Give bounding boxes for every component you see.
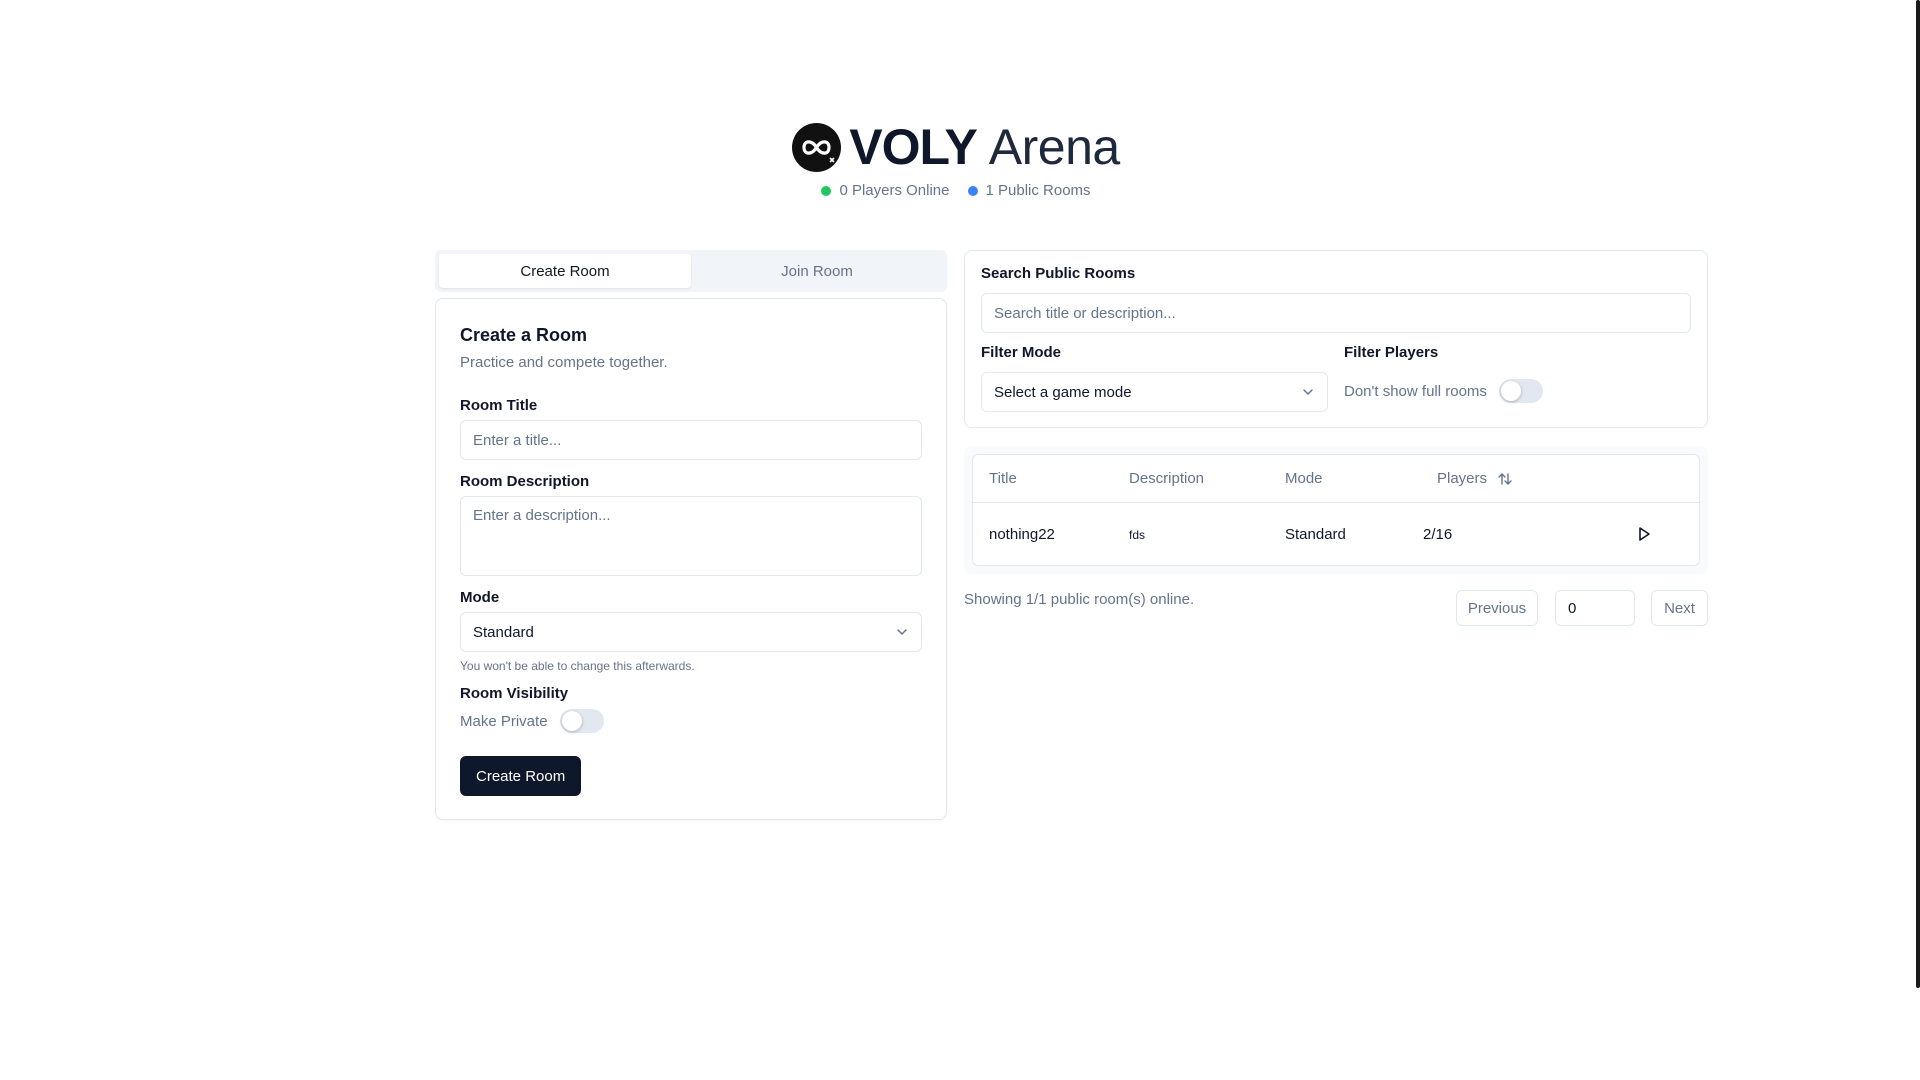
infinity-logo-icon <box>792 122 842 172</box>
table-row[interactable]: nothing22 fds Standard 2/16 <box>973 503 1699 565</box>
row-title: nothing22 <box>989 526 1055 543</box>
players-online-stat: 0 Players Online <box>821 182 950 199</box>
row-players: 2/16 <box>1423 526 1453 543</box>
chevron-down-icon <box>1303 389 1313 396</box>
brand: VOLY Arena <box>792 119 1120 175</box>
toggle-knob <box>561 711 582 731</box>
brand-name-bold: VOLY <box>849 119 978 175</box>
public-rooms-text: 1 Public Rooms <box>985 182 1091 199</box>
previous-page-button[interactable]: Previous <box>1456 590 1538 626</box>
make-private-toggle[interactable] <box>559 709 604 733</box>
room-description-input[interactable] <box>460 496 922 576</box>
public-rooms-stat: 1 Public Rooms <box>967 182 1091 199</box>
filter-mode-placeholder: Select a game mode <box>994 383 1132 401</box>
tab-create-room[interactable]: Create Room <box>439 254 691 288</box>
create-room-button[interactable]: Create Room <box>460 756 582 796</box>
stats-bar: 0 Players Online 1 Public Rooms <box>821 182 1091 199</box>
toggle-knob <box>1500 381 1521 401</box>
mode-select-value: Standard <box>473 623 534 641</box>
filter-players-label: Filter Players <box>1344 344 1439 361</box>
mode-label: Mode <box>460 589 500 606</box>
search-label: Search Public Rooms <box>981 265 1136 282</box>
sort-arrows-icon <box>1498 472 1512 485</box>
mode-hint: You won't be able to change this afterwa… <box>460 659 695 673</box>
room-description-label: Room Description <box>460 473 590 490</box>
filter-mode-label: Filter Mode <box>981 344 1062 361</box>
make-private-row: Make Private <box>460 709 604 733</box>
search-input[interactable] <box>981 293 1691 333</box>
rooms-status-dot-icon <box>967 185 978 196</box>
online-status-dot-icon <box>821 185 832 196</box>
create-room-card: Create a Room Practice and compete toget… <box>435 298 947 820</box>
hide-full-rooms-label: Don't show full rooms <box>1344 382 1487 400</box>
table-header: Title Description Mode Players <box>973 455 1699 503</box>
column-players: Players <box>1437 470 1488 487</box>
next-page-button[interactable]: Next <box>1651 590 1708 626</box>
join-room-play-icon[interactable] <box>1635 525 1653 547</box>
search-rooms-card: Search Public Rooms Filter Mode Select a… <box>964 250 1708 428</box>
page-number-input[interactable] <box>1555 590 1635 626</box>
row-mode: Standard <box>1285 526 1346 543</box>
card-title: Create a Room <box>460 325 588 345</box>
header: VOLY Arena 0 Players Online 1 Public Roo… <box>0 119 1912 199</box>
hide-full-rooms-row: Don't show full rooms <box>1344 379 1543 403</box>
room-title-label: Room Title <box>460 397 538 414</box>
page-scrollbar[interactable] <box>1916 0 1920 988</box>
card-subtitle: Practice and compete together. <box>460 354 668 371</box>
players-online-text: 0 Players Online <box>839 182 950 199</box>
room-tabs: Create Room Join Room <box>435 250 947 292</box>
column-title: Title <box>989 470 1017 487</box>
room-visibility-label: Room Visibility <box>460 685 569 702</box>
rooms-table: Title Description Mode Players nothing22… <box>972 454 1700 566</box>
filter-mode-select[interactable]: Select a game mode <box>981 372 1328 412</box>
hide-full-rooms-toggle[interactable] <box>1498 379 1543 403</box>
column-players-sort[interactable]: Players <box>1437 470 1513 487</box>
rooms-table-wrapper: Title Description Mode Players nothing22… <box>964 446 1708 574</box>
mode-select[interactable]: Standard <box>460 612 922 652</box>
column-mode: Mode <box>1285 470 1323 487</box>
brand-name-light: Arena <box>988 119 1120 175</box>
chevron-down-icon <box>897 629 907 636</box>
make-private-label: Make Private <box>460 712 548 730</box>
tab-join-room[interactable]: Join Room <box>691 254 943 288</box>
row-description: fds <box>1129 527 1146 542</box>
room-title-input[interactable] <box>460 420 922 460</box>
column-description: Description <box>1129 470 1205 487</box>
rooms-summary: Showing 1/1 public room(s) online. <box>964 591 1195 608</box>
